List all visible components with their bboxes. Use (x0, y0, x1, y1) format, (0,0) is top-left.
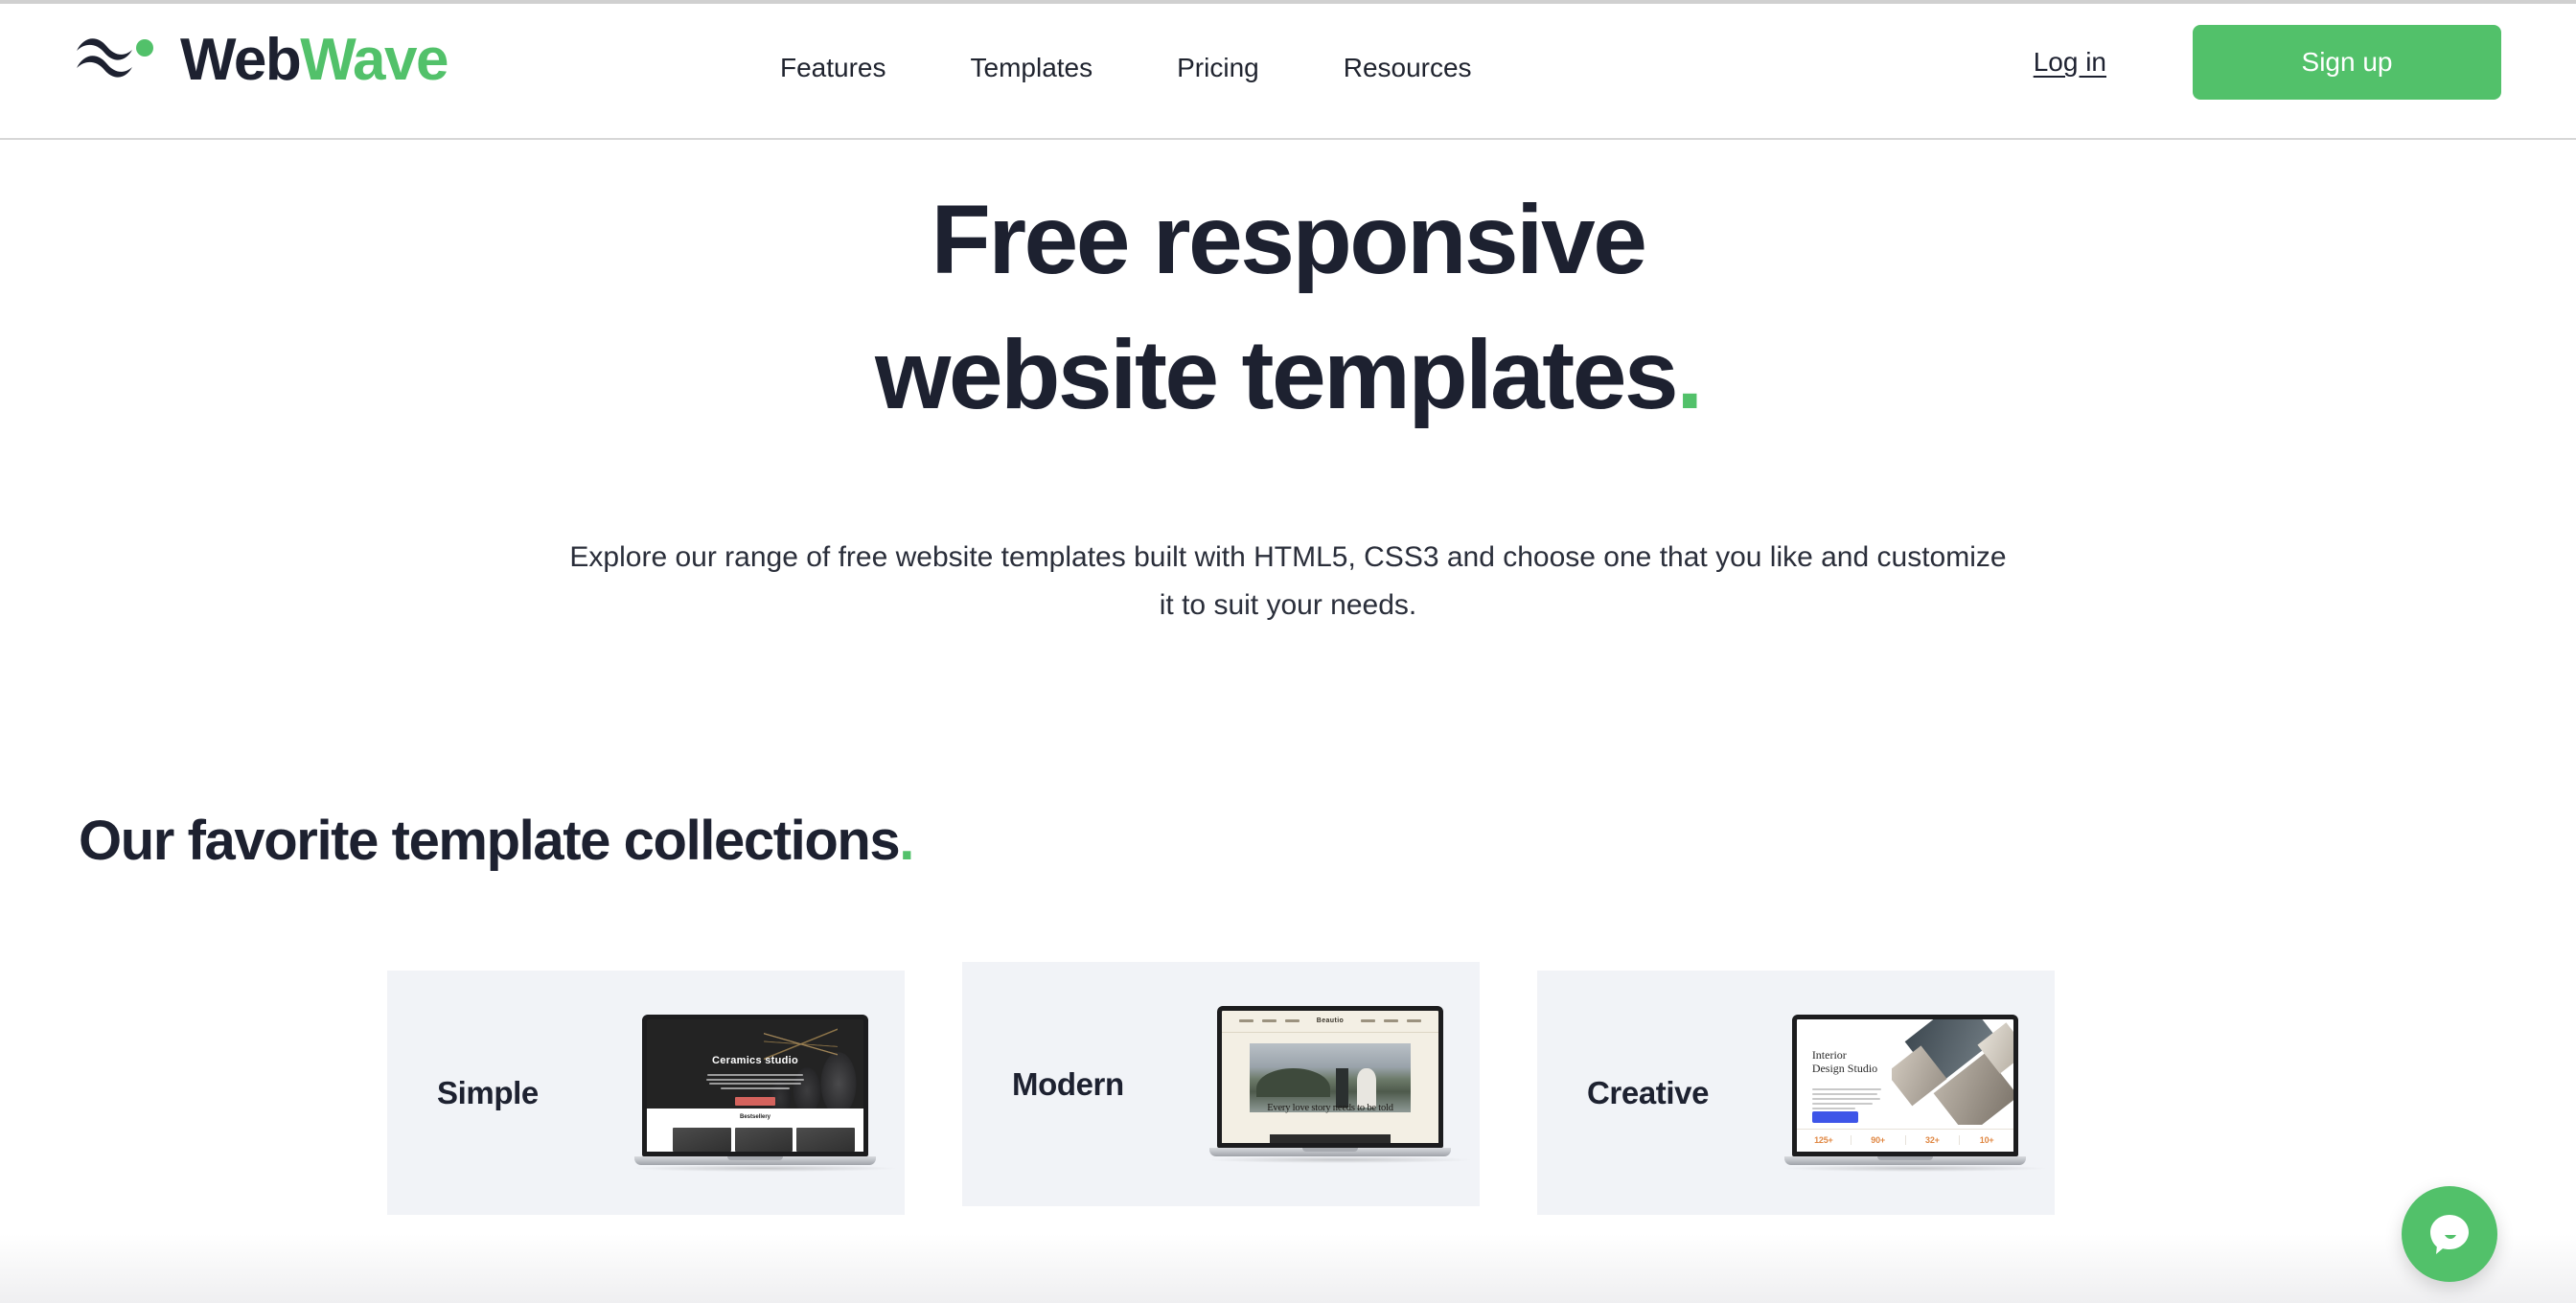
wedding-hero-photo (1250, 1043, 1411, 1112)
laptop-base (1209, 1147, 1451, 1156)
signup-button[interactable]: Sign up (2193, 25, 2501, 100)
hero-title-text: Free responsive website templates (875, 185, 1679, 429)
brand-logo[interactable]: WebWave (75, 31, 448, 90)
ceramics-bestsellers-section: Bestsellery (647, 1109, 863, 1152)
main-navigation: Features Templates Pricing Resources (738, 52, 1514, 84)
template-preview-wedding: Beautio Every love story needs to be tol… (1222, 1010, 1438, 1143)
collections-heading-accent-dot: . (899, 810, 914, 872)
collection-card-creative[interactable]: Creative Interior Design Studio 125+ 90+… (1537, 971, 2055, 1215)
nav-item-features[interactable]: Features (738, 52, 929, 84)
site-header: WebWave Features Templates Pricing Resou… (0, 4, 2576, 140)
ceramics-section-label: Bestsellery (739, 1114, 771, 1121)
hero-section: Free responsive website templates. Explo… (0, 172, 2576, 629)
collections-heading-text: Our favorite template collections (79, 810, 901, 872)
template-preview-interior: Interior Design Studio 125+ 90+ 32+ 10+ (1797, 1018, 2013, 1152)
collections-heading: Our favorite template collections. (79, 805, 2576, 877)
interior-stat-4: 10+ (1979, 1135, 1994, 1146)
nav-item-resources[interactable]: Resources (1301, 52, 1514, 84)
wedding-navbar: Beautio (1222, 1011, 1438, 1033)
laptop-shadow (1784, 1164, 2045, 1172)
laptop-screen: Interior Design Studio 125+ 90+ 32+ 10+ (1792, 1014, 2018, 1156)
interior-body-text-lines (1811, 1086, 1882, 1112)
page-bottom-fade (0, 1234, 2576, 1303)
interior-headline: Interior Design Studio (1811, 1047, 1878, 1076)
page-root: WebWave Features Templates Pricing Resou… (0, 0, 2576, 1303)
interior-stat-2: 90+ (1852, 1135, 1906, 1146)
nav-item-pricing[interactable]: Pricing (1135, 52, 1301, 84)
wave-mark-icon (77, 38, 153, 78)
laptop-shadow (634, 1164, 895, 1172)
laptop-base (1784, 1155, 2026, 1165)
chat-widget-button[interactable] (2402, 1186, 2497, 1282)
laptop-mockup-modern: Beautio Every love story needs to be tol… (1209, 1005, 1470, 1163)
interior-stat-1: 125+ (1797, 1135, 1852, 1146)
collection-card-modern[interactable]: Modern Beautio Every love story needs to… (962, 962, 1480, 1206)
laptop-screen: Beautio Every love story needs to be tol… (1217, 1005, 1443, 1148)
hero-title: Free responsive website templates. (0, 172, 2576, 443)
ceramics-headline: Ceramics studio (711, 1054, 799, 1066)
wedding-footer-bar (1269, 1134, 1392, 1143)
login-link[interactable]: Log in (2034, 47, 2106, 78)
hero-title-accent-dot: . (1676, 319, 1703, 429)
hero-subtitle: Explore our range of free website templa… (569, 540, 2007, 621)
collection-card-label: Modern (1012, 1065, 1124, 1102)
collection-card-label: Simple (437, 1074, 539, 1110)
wedding-caption: Every love story needs to be told (1267, 1103, 1393, 1114)
template-preview-ceramics: Ceramics studio Bestsellery (647, 1018, 863, 1152)
nav-item-templates[interactable]: Templates (929, 52, 1136, 84)
interior-stats-bar: 125+ 90+ 32+ 10+ (1797, 1129, 2013, 1152)
wedding-brand-name: Beautio (1316, 1017, 1345, 1025)
header-actions: Log in Sign up (2034, 25, 2501, 100)
template-collection-cards: Simple Ceramics studio Bestsellery Moder… (387, 962, 2055, 1215)
ceramics-cta-button (735, 1096, 775, 1106)
brand-name-part1: Web (180, 27, 302, 93)
ceramics-product-thumbnails (673, 1127, 855, 1152)
interior-stat-3: 32+ (1906, 1135, 1961, 1146)
laptop-mockup-simple: Ceramics studio Bestsellery (634, 1014, 895, 1172)
interior-cta-button (1811, 1111, 1858, 1124)
chat-bubble-icon (2430, 1215, 2469, 1254)
brand-logo-text: WebWave (180, 31, 448, 90)
collections-section: Our favorite template collections. Simpl… (0, 805, 2576, 1215)
interior-photo-collage (1892, 1018, 2013, 1125)
laptop-base (634, 1155, 876, 1165)
laptop-mockup-creative: Interior Design Studio 125+ 90+ 32+ 10+ (1784, 1014, 2045, 1172)
collection-card-label: Creative (1587, 1074, 1710, 1110)
ceramics-body-text-lines (705, 1072, 805, 1092)
laptop-screen: Ceramics studio Bestsellery (642, 1014, 868, 1156)
collection-card-simple[interactable]: Simple Ceramics studio Bestsellery (387, 971, 905, 1215)
brand-name-part2: Wave (300, 27, 448, 93)
laptop-shadow (1209, 1155, 1470, 1163)
